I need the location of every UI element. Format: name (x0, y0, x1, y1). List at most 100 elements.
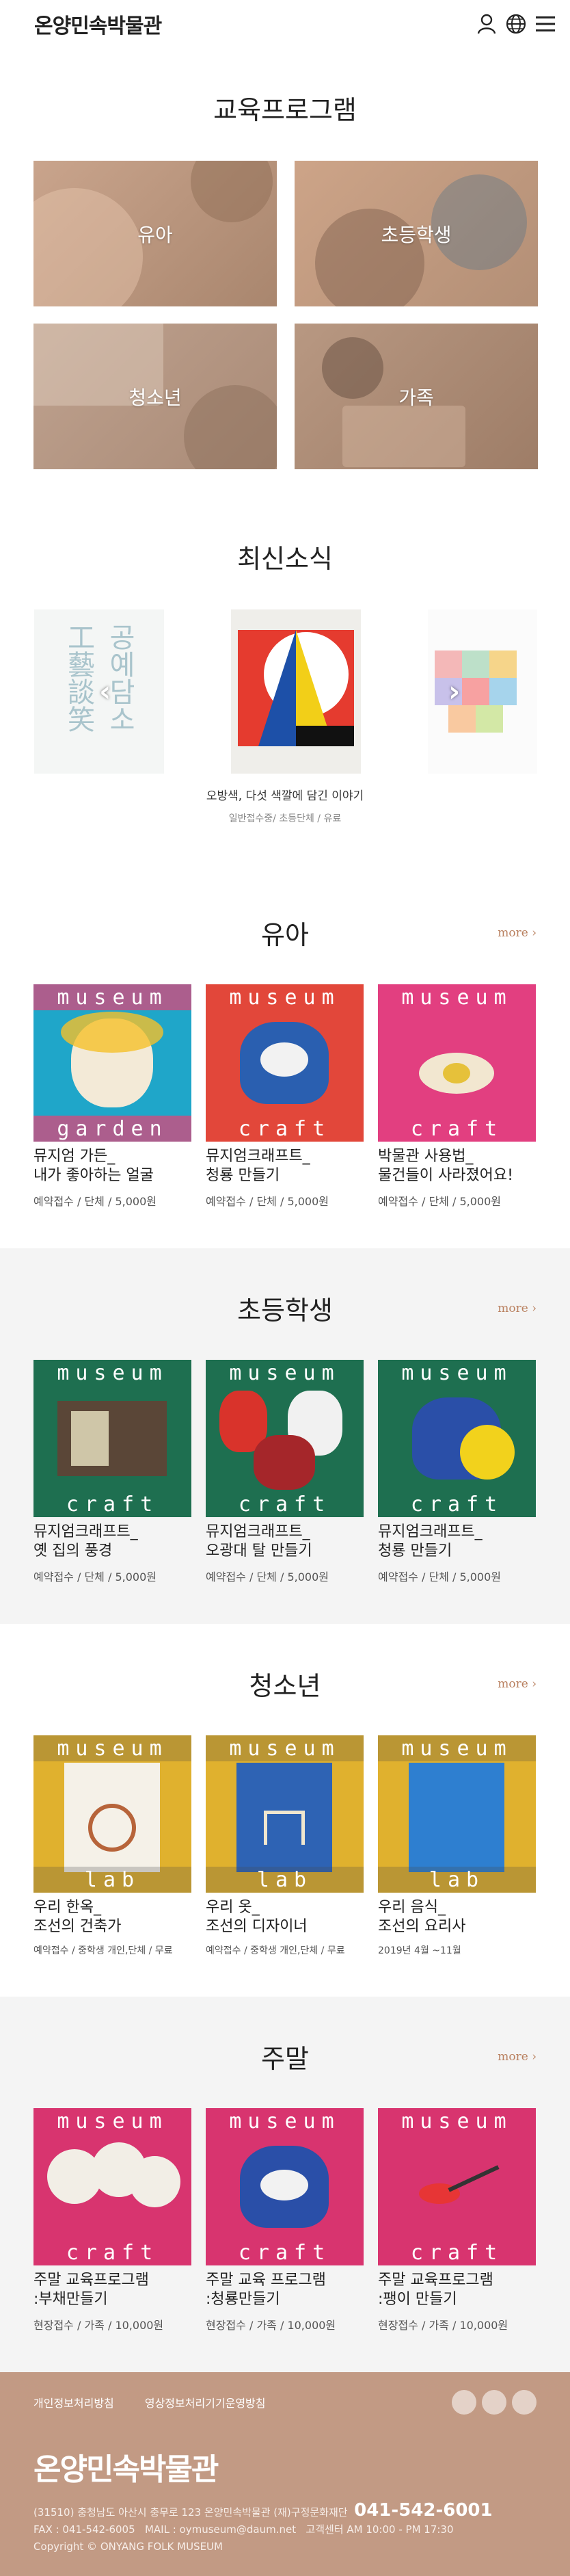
cctv-policy-link[interactable]: 영상정보처리기기운영방침 (145, 2397, 266, 2410)
program-card[interactable]: museum craft 주말 교육프로그램 :부채만들기 현장접수 / 가족 … (33, 2108, 191, 2332)
card-band-top: museum (401, 985, 513, 1010)
program-card[interactable]: museum craft 박물관 사용법_ 물건들이 사라졌어요! 예약접수 /… (378, 984, 536, 1209)
user-icon[interactable] (477, 14, 496, 34)
section-title: 청소년 (249, 1671, 321, 1701)
section-youth: 청소년 more › museum lab 우리 한옥_ 조선의 건축가 예약접… (0, 1624, 570, 1997)
site-header: 온양민속박물관 (0, 0, 570, 48)
program-card[interactable]: museum craft 뮤지엄크래프트_ 청룡 만들기 예약접수 / 단체 /… (378, 1360, 536, 1584)
news-poster-right[interactable] (428, 609, 537, 774)
card-band-bottom: craft (410, 1116, 504, 1141)
section-infant: 유아 more › museum garden 뮤지엄 가든_ 내가 좋아하는 … (0, 873, 570, 1248)
card-title-line1: 우리 한옥_ (33, 1899, 101, 1916)
program-card[interactable]: museum craft 뮤지엄크래프트_ 오광대 탈 만들기 예약접수 / 단… (206, 1360, 364, 1584)
card-band-top: museum (229, 985, 340, 1010)
section-elementary: 초등학생 more › museum craft 뮤지엄크래프트_ 옛 집의 풍… (0, 1248, 570, 1624)
program-card[interactable]: museum craft 뮤지엄크래프트_ 옛 집의 풍경 예약접수 / 단체 … (33, 1360, 191, 1584)
card-band-bottom: craft (238, 1116, 331, 1141)
card-title-line2: 내가 좋아하는 얼굴 (33, 1167, 154, 1184)
footer-top: 개인정보처리방침 영상정보처리기기운영방침 (33, 2390, 537, 2415)
card-title-line2: 오광대 탈 만들기 (206, 1542, 312, 1560)
program-card[interactable]: museum lab 우리 한옥_ 조선의 건축가 예약접수 / 중학생 개인,… (33, 1735, 191, 1957)
card-band-top: museum (57, 2109, 168, 2133)
news-subcaption: 일반접수중/ 초등단체 / 유료 (228, 813, 342, 824)
card-meta: 예약접수 / 중학생 개인,단체 / 무료 (206, 1945, 345, 1956)
card-band-bottom: garden (33, 1116, 191, 1142)
news-poster-center[interactable] (231, 609, 361, 774)
card-meta: 예약접수 / 단체 / 5,000원 (33, 1195, 157, 1208)
footer-fax: FAX : 041-542-6005 (33, 2523, 135, 2536)
card-band-bottom: craft (410, 2240, 504, 2265)
card-band-top: museum (33, 984, 191, 1010)
card-title-line1: 주말 교육프로그램 (33, 2272, 149, 2289)
program-card[interactable]: museum craft 주말 교육프로그램 :팽이 만들기 현장접수 / 가족… (378, 2108, 536, 2332)
card-title-line2: 옛 집의 풍경 (33, 1542, 113, 1560)
card-band-top: museum (401, 2109, 513, 2133)
card-title-line1: 뮤지엄크래프트_ (206, 1148, 310, 1165)
card-meta: 예약접수 / 단체 / 5,000원 (206, 1195, 329, 1208)
program-card[interactable]: museum lab 우리 옷_ 조선의 디자이너 예약접수 / 중학생 개인,… (206, 1735, 364, 1957)
program-card[interactable]: museum lab 우리 음식_ 조선의 요리사 2019년 4월 ~11월 (378, 1735, 536, 1957)
card-band-top: museum (378, 1735, 536, 1761)
news-carousel: 공예담소 工藝談笑 ‹ › (0, 609, 570, 794)
card-band-bottom: lab (206, 1867, 364, 1893)
header-icons (477, 14, 555, 34)
program-tile-infant[interactable]: 유아 (33, 161, 277, 306)
card-meta: 현장접수 / 가족 / 10,000원 (33, 2319, 164, 2332)
card-title-line2: 청룡 만들기 (206, 1167, 280, 1184)
section-weekend: 주말 more › museum craft 주말 교육프로그램 :부채만들기 … (0, 1997, 570, 2372)
card-title-line2: :팽이 만들기 (378, 2291, 457, 2308)
program-tile-label: 초등학생 (381, 223, 452, 246)
social-icon[interactable] (452, 2390, 476, 2415)
card-band-bottom: lab (378, 1867, 536, 1893)
privacy-policy-link[interactable]: 개인정보처리방침 (33, 2397, 114, 2410)
card-band-bottom: craft (238, 1492, 331, 1516)
globe-icon[interactable] (506, 14, 526, 34)
card-meta: 예약접수 / 단체 / 5,000원 (378, 1570, 501, 1583)
card-title-line2: 조선의 건축가 (33, 1918, 122, 1935)
card-band-bottom: craft (66, 2240, 159, 2265)
card-meta: 예약접수 / 단체 / 5,000원 (33, 1570, 157, 1583)
menu-icon[interactable] (536, 15, 555, 33)
footer-copyright: Copyright © ONYANG FOLK MUSEUM (33, 2540, 223, 2553)
more-link[interactable]: more › (498, 926, 537, 940)
card-band-top: museum (33, 1735, 191, 1761)
card-title-line2: 물건들이 사라졌어요! (378, 1167, 513, 1184)
program-card[interactable]: museum garden 뮤지엄 가든_ 내가 좋아하는 얼굴 예약접수 / … (33, 984, 191, 1209)
program-tile-youth[interactable]: 청소년 (33, 324, 277, 469)
card-title-line1: 박물관 사용법_ (378, 1148, 474, 1165)
card-meta: 2019년 4월 ~11월 (378, 1945, 461, 1956)
cards-row: museum craft 주말 교육프로그램 :부채만들기 현장접수 / 가족 … (33, 2108, 537, 2332)
card-title-line1: 뮤지엄크래프트_ (378, 1523, 483, 1540)
card-meta: 현장접수 / 가족 / 10,000원 (378, 2319, 508, 2332)
footer-mail: MAIL : oymuseum@daum.net (144, 2523, 297, 2536)
programs-title: 교육프로그램 (213, 95, 357, 125)
cards-row: museum craft 뮤지엄크래프트_ 옛 집의 풍경 예약접수 / 단체 … (33, 1360, 537, 1584)
footer-logo: 온양민속박물관 (33, 2452, 219, 2487)
card-title-line1: 뮤지엄 가든_ (33, 1148, 116, 1165)
card-band-bottom: craft (66, 1492, 159, 1516)
more-link[interactable]: more › (498, 1302, 537, 1315)
news-title: 최신소식 (237, 544, 333, 574)
carousel-next-icon[interactable]: › (448, 674, 460, 708)
social-icon[interactable] (512, 2390, 537, 2415)
program-card[interactable]: museum craft 뮤지엄크래프트_ 청룡 만들기 예약접수 / 단체 /… (206, 984, 364, 1209)
social-icon[interactable] (482, 2390, 506, 2415)
card-band-bottom: craft (410, 1492, 504, 1516)
programs-grid: 유아 초등학생 청소년 가족 (33, 161, 538, 469)
card-title-line1: 우리 음식_ (378, 1899, 446, 1916)
card-band-bottom: lab (33, 1867, 191, 1893)
site-logo[interactable]: 온양민속박물관 (34, 9, 162, 39)
footer-info: (31510) 충청남도 아산시 충무로 123 온양민속박물관 (재)구정문화… (33, 2501, 537, 2555)
poster-center-art (231, 609, 361, 774)
program-card[interactable]: museum craft 주말 교육 프로그램 :청룡만들기 현장접수 / 가족… (206, 2108, 364, 2332)
programs-section: 교육프로그램 유아 초등학생 청소년 가족 (0, 48, 570, 469)
card-title-line2: 청룡 만들기 (378, 1542, 452, 1560)
card-title-line2: :청룡만들기 (206, 2291, 280, 2308)
program-tile-family[interactable]: 가족 (295, 324, 538, 469)
more-link[interactable]: more › (498, 2050, 537, 2064)
carousel-prev-icon[interactable]: ‹ (99, 674, 111, 708)
more-link[interactable]: more › (498, 1677, 537, 1691)
footer-address: (31510) 충청남도 아산시 충무로 123 온양민속박물관 (재)구정문화… (33, 2506, 348, 2519)
program-tile-elementary[interactable]: 초등학생 (295, 161, 538, 306)
card-band-top: museum (229, 2109, 340, 2133)
